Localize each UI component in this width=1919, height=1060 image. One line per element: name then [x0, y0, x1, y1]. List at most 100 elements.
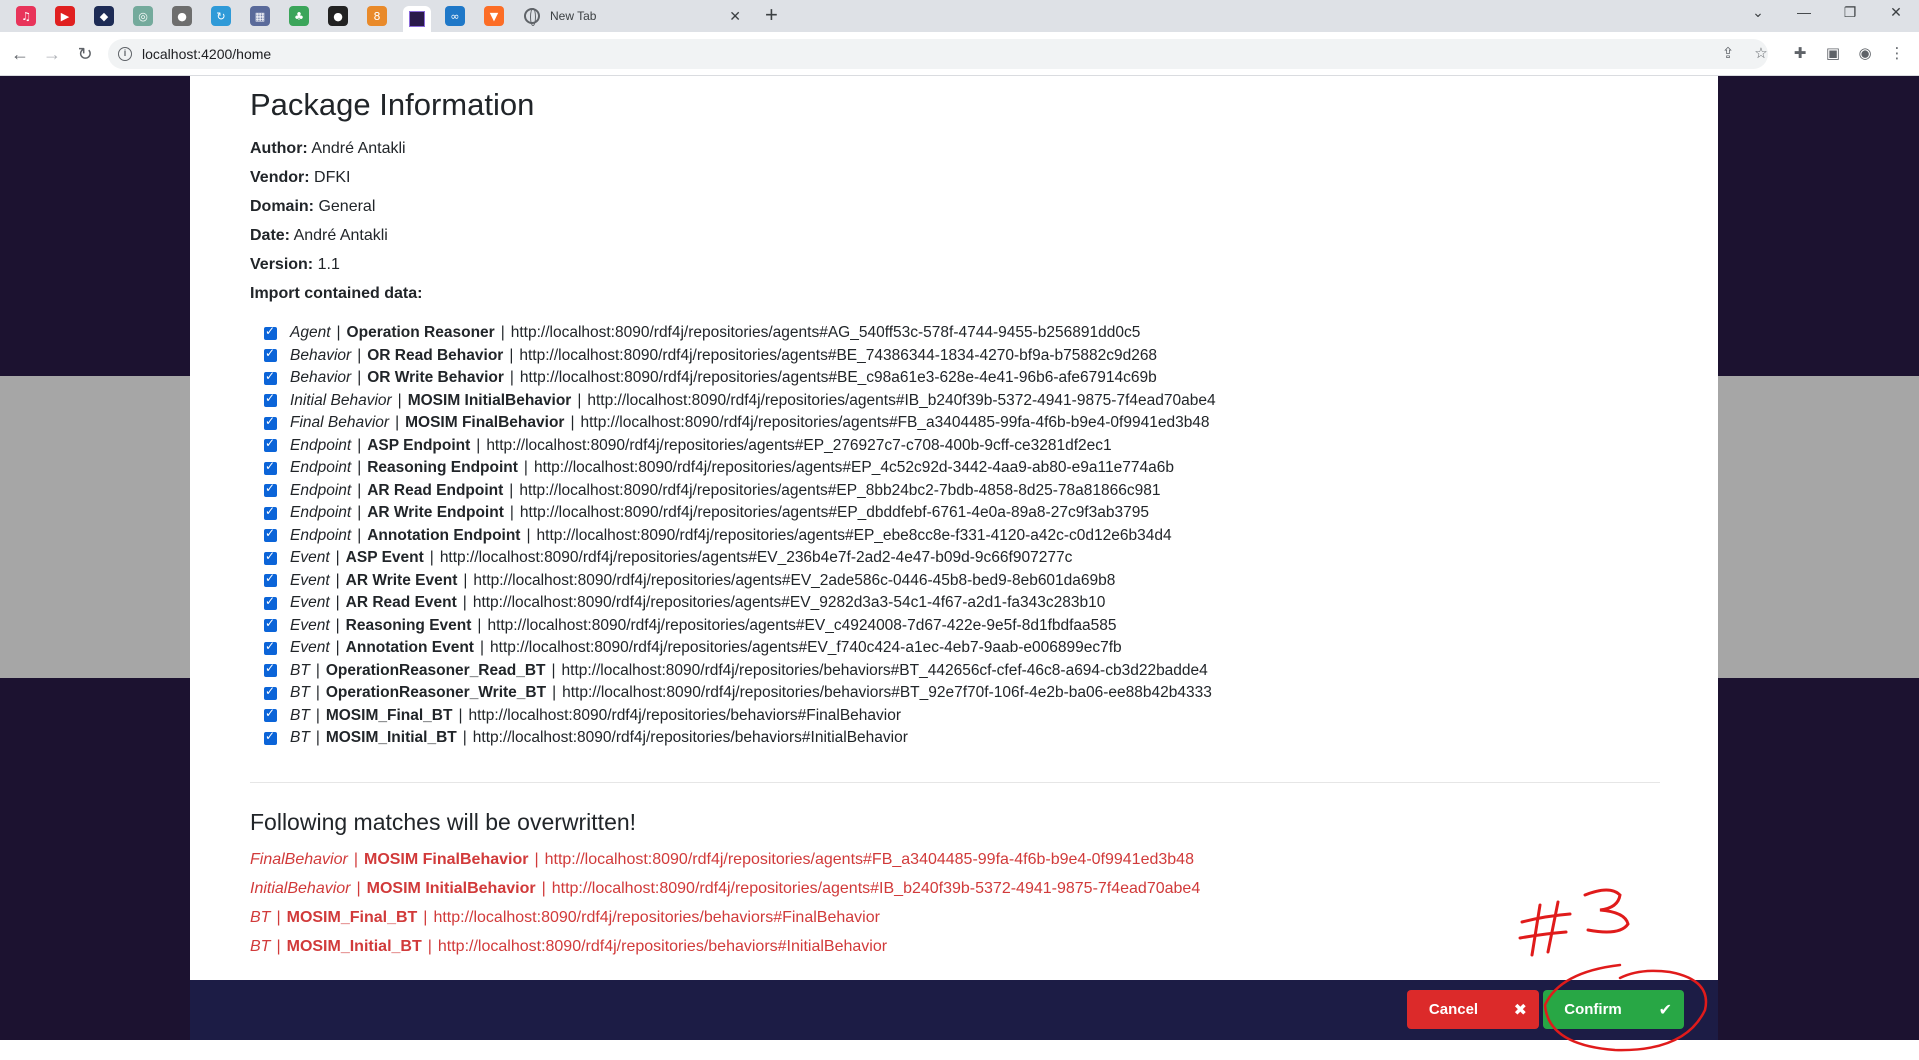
menu-kebab-icon[interactable]: ⋮ [1887, 44, 1907, 62]
import-checkbox[interactable] [264, 526, 277, 543]
close-tab-icon[interactable]: ✕ [729, 8, 741, 25]
separator: | [577, 391, 582, 409]
music-app-icon[interactable]: ♫ [16, 6, 36, 26]
tab-search-chevron-icon[interactable]: ⌄ [1747, 4, 1769, 21]
import-checkbox[interactable] [264, 414, 277, 430]
item-type: BT [290, 729, 310, 747]
item-type: Endpoint [290, 436, 352, 454]
overwrite-list: FinalBehavior | MOSIM FinalBehavior | http:/… [250, 846, 1660, 962]
item-uri: http://localhost:8090/rdf4j/repositories… [487, 616, 1117, 634]
dialog-body: Package Information Author: André Antakl… [250, 86, 1660, 962]
item-name: OR Read Behavior [367, 346, 504, 364]
package-meta: Author: André Antakli Vendor: DFKI Domain:… [250, 134, 1660, 279]
item-uri: http://localhost:8090/rdf4j/repositories… [510, 324, 1141, 342]
import-checkbox[interactable] [264, 549, 277, 565]
bookmark-star-icon[interactable]: ☆ [1751, 44, 1771, 62]
separator: | [335, 616, 340, 634]
import-checkbox[interactable] [264, 436, 277, 453]
separator: | [509, 369, 514, 387]
tab-new-tab[interactable]: New Tab ✕ [512, 0, 753, 32]
item-type: BT [250, 938, 271, 955]
import-checkbox[interactable] [264, 616, 277, 633]
import-checkbox[interactable] [264, 481, 277, 498]
back-arrow-icon[interactable]: ← [8, 42, 32, 66]
nextcloud-icon[interactable]: ∞ [445, 6, 465, 26]
import-checkbox[interactable] [264, 706, 277, 723]
meta-label: Vendor: [250, 169, 310, 186]
reload-icon[interactable]: ↻ [73, 42, 97, 66]
dfki-icon[interactable]: ▦ [250, 6, 270, 26]
tor-icon[interactable]: 8 [367, 6, 387, 26]
rider-icon[interactable] [403, 6, 431, 32]
browser-toolbar: ← → ↻ i localhost:4200/home ⇪ ☆ ✚ ▣ ◉ ⋮ [0, 32, 1919, 76]
item-type: Initial Behavior [290, 391, 392, 409]
profile-avatar-icon[interactable]: ◉ [1855, 44, 1875, 62]
codepen-icon[interactable]: ◆ [94, 6, 114, 26]
separator: | [335, 639, 340, 657]
share-icon[interactable]: ⇪ [1718, 44, 1738, 62]
youtube-icon[interactable]: ▶ [55, 6, 75, 26]
item-type: InitialBehavior [250, 880, 351, 897]
separator: | [500, 324, 505, 342]
separator: | [476, 436, 481, 454]
separator: | [357, 481, 362, 499]
close-window-icon[interactable]: ✕ [1885, 4, 1907, 21]
import-checkbox[interactable] [264, 684, 277, 700]
item-name: ASP Endpoint [367, 436, 471, 454]
separator: | [315, 661, 320, 679]
restore-icon[interactable]: ❐ [1839, 4, 1861, 21]
separator: | [427, 938, 432, 955]
import-checkbox[interactable] [264, 639, 277, 655]
separator: | [335, 594, 340, 612]
separator: | [276, 938, 281, 955]
item-type: BT [250, 909, 271, 926]
import-checkbox[interactable] [264, 391, 277, 408]
meta-label: Version: [250, 256, 314, 273]
minimize-icon[interactable]: — [1793, 4, 1815, 20]
leaf-icon[interactable]: ♣ [289, 6, 309, 26]
separator: | [357, 504, 362, 522]
site-info-icon[interactable]: i [118, 47, 132, 61]
forward-arrow-icon[interactable]: → [40, 42, 64, 66]
url-text: localhost:4200/home [142, 46, 272, 62]
item-uri: http://localhost:8090/rdf4j/repositories… [439, 549, 1073, 567]
separator: | [315, 684, 320, 702]
separator: | [335, 571, 340, 589]
item-name: Reasoning Endpoint [367, 459, 518, 477]
separator: | [357, 526, 362, 544]
import-item: Endpoint | ASP Endpoint | http://localhost:8… [264, 435, 1660, 458]
meta-row: Version: 1.1 [250, 250, 1660, 279]
import-checkbox[interactable] [264, 661, 277, 678]
import-checkbox[interactable] [264, 571, 277, 588]
item-type: Behavior [290, 346, 352, 364]
gitlab-icon[interactable]: ▼ [484, 6, 504, 26]
meta-value: André Antakli [311, 140, 406, 157]
extensions-puzzle-icon[interactable]: ✚ [1790, 44, 1810, 62]
import-checkbox[interactable] [264, 459, 277, 475]
meta-label: Domain: [250, 198, 314, 215]
separator: | [357, 459, 362, 477]
refresh-app-icon[interactable]: ↻ [211, 6, 231, 26]
separator: | [429, 549, 434, 567]
package-title: Package Information [250, 87, 535, 122]
import-checkbox[interactable] [264, 324, 277, 340]
separator: | [526, 526, 531, 544]
item-uri: http://localhost:8090/rdf4j/repositories… [544, 851, 1194, 868]
import-item: Event | Annotation Event | http://localhost:… [264, 637, 1660, 660]
import-checkbox[interactable] [264, 504, 277, 520]
github-icon[interactable]: ● [328, 6, 348, 26]
side-panel-icon[interactable]: ▣ [1823, 44, 1843, 62]
item-uri: http://localhost:8090/rdf4j/repositories… [519, 346, 1158, 364]
new-tab-plus-icon[interactable]: + [765, 4, 778, 26]
import-checkbox[interactable] [264, 369, 277, 385]
import-item: Final Behavior | MOSIM FinalBehavior | http:… [264, 412, 1660, 435]
item-uri: http://localhost:8090/rdf4j/repositories… [587, 391, 1216, 409]
ring-icon[interactable]: ● [172, 6, 192, 26]
chatgpt-icon[interactable]: ◎ [133, 6, 153, 26]
import-checkbox[interactable] [264, 346, 277, 363]
import-checkbox[interactable] [264, 729, 277, 745]
import-checkbox[interactable] [264, 594, 277, 610]
separator: | [552, 684, 557, 702]
separator: | [276, 909, 281, 926]
address-bar[interactable]: i localhost:4200/home [108, 39, 1768, 69]
